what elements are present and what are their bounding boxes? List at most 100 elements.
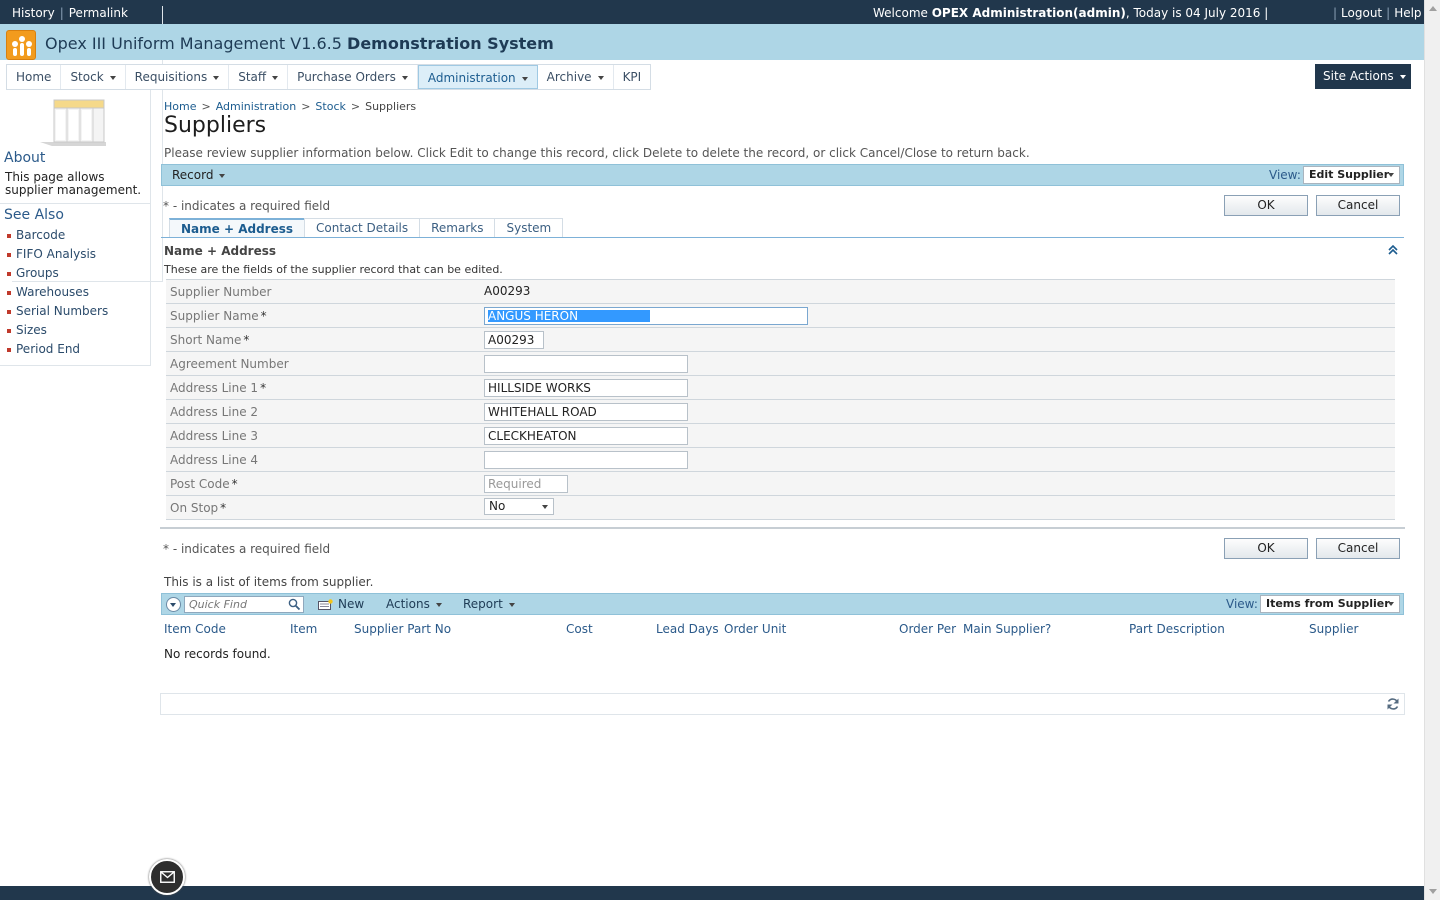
new-item-icon [318,599,333,610]
post-code-field[interactable]: Required [484,475,568,493]
breadcrumb: Home > Administration > Stock > Suppliers [164,100,416,113]
address-line-4-field[interactable] [484,451,688,469]
cancel-button[interactable]: Cancel [1316,195,1400,216]
supplier-number-label: Supplier Number [170,285,272,299]
ok-button-bottom[interactable]: OK [1224,538,1308,559]
breadcrumb-home[interactable]: Home [164,100,196,113]
column-header[interactable]: Cost [566,622,593,636]
divider [160,527,1405,529]
new-button[interactable]: New [338,597,364,611]
quick-find-input[interactable]: Quick Find [184,596,304,613]
required-star: * [231,477,238,491]
site-actions-button[interactable]: Site Actions [1315,64,1411,89]
address-line-2-field[interactable]: WHITEHALL ROAD [484,403,688,421]
see-also-sizes[interactable]: Sizes [7,323,108,342]
chevron-down-icon [109,75,116,80]
agreement-number-label: Agreement Number [170,357,289,371]
tab-contact-details[interactable]: Contact Details [304,218,421,238]
nav-purchase-orders-label: Purchase Orders [297,70,396,84]
see-also-warehouses[interactable]: Warehouses [7,285,108,304]
tab-name-address[interactable]: Name + Address [169,218,306,238]
short-name-field[interactable]: A00293 [484,331,544,349]
form-row: Address Line 2 WHITEHALL ROAD [166,400,1395,424]
address-line-3-field[interactable]: CLECKHEATON [484,427,688,445]
column-header[interactable]: Order Unit [724,622,786,636]
chevron-down-icon [1399,74,1406,79]
column-header[interactable]: Main Supplier? [963,622,1051,636]
view-label: View: [1269,168,1301,182]
chevron-down-icon [508,602,515,607]
permalink-link[interactable]: Permalink [69,6,128,20]
see-also-serial-numbers[interactable]: Serial Numbers [7,304,108,323]
view-selector-value: Edit Supplier [1309,168,1390,181]
see-also-barcode[interactable]: Barcode [7,228,108,247]
see-also-period-end[interactable]: Period End [7,342,108,361]
mail-button[interactable] [149,859,185,895]
see-also-fifo-analysis[interactable]: FIFO Analysis [7,247,108,266]
app-logo-icon[interactable] [6,30,36,60]
column-header[interactable]: Order Per [899,622,956,636]
supplier-number-value: A00293 [484,284,531,298]
expand-circle-icon[interactable] [166,597,181,612]
see-also-links: Barcode FIFO Analysis Groups Warehouses … [7,228,108,361]
refresh-icon[interactable] [1386,697,1400,711]
breadcrumb-administration[interactable]: Administration [216,100,297,113]
help-link[interactable]: Help [1394,6,1421,20]
breadcrumb-stock[interactable]: Stock [315,100,345,113]
required-star: * [260,309,267,323]
nav-requisitions[interactable]: Requisitions [126,65,230,89]
form-row: Address Line 3 CLECKHEATON [166,424,1395,448]
tab-remarks[interactable]: Remarks [419,218,496,238]
agreement-number-field[interactable] [484,355,688,373]
nav-requisitions-label: Requisitions [134,70,208,84]
cancel-button-bottom[interactable]: Cancel [1316,538,1400,559]
chevron-down-icon [1388,602,1394,606]
nav-administration[interactable]: Administration [417,65,538,89]
required-star: * [243,333,250,347]
nav-home[interactable]: Home [7,65,62,89]
on-stop-label-text: On Stop [170,501,219,515]
chevron-down-icon [1388,173,1394,177]
supplier-name-field[interactable]: ANGUS HERON [484,307,808,325]
collapse-up-icon[interactable] [1388,245,1398,255]
vertical-scrollbar[interactable] [1424,0,1440,900]
nav-purchase-orders[interactable]: Purchase Orders [288,65,418,89]
history-link[interactable]: History [12,6,55,20]
nav-stock[interactable]: Stock [61,65,126,89]
site-actions-label: Site Actions [1323,69,1394,83]
form-tabs: Name + Address Contact Details Remarks S… [169,218,564,238]
section-title: Name + Address [164,244,277,258]
on-stop-select[interactable]: No [484,498,554,515]
column-header[interactable]: Item [290,622,317,636]
scroll-up-arrow-icon[interactable] [1429,6,1437,11]
on-stop-value: No [489,499,506,513]
separator: | [1333,6,1338,20]
breadcrumb-separator: > [350,100,361,113]
column-header[interactable]: Part Description [1129,622,1225,636]
nav-staff-label: Staff [238,70,267,84]
column-header[interactable]: Supplier Part No [354,622,451,636]
required-star: * [220,501,227,515]
app-title-plain: Opex III Uniform Management V1.6.5 [45,34,342,53]
nav-stock-label: Stock [70,70,104,84]
column-header[interactable]: Supplier [1309,622,1358,636]
nav-archive[interactable]: Archive [538,65,614,89]
nav-kpi[interactable]: KPI [614,65,651,89]
list-view-selector[interactable]: Items from Supplier [1260,595,1400,613]
search-icon[interactable] [288,598,301,611]
record-menu[interactable]: Record [172,168,226,182]
actions-menu[interactable]: Actions [386,597,442,611]
report-menu[interactable]: Report [463,597,515,611]
view-selector[interactable]: Edit Supplier [1303,166,1400,184]
separator: | [1386,6,1391,20]
nav-staff[interactable]: Staff [229,65,289,89]
logout-link[interactable]: Logout [1341,6,1382,20]
column-header[interactable]: Lead Days [656,622,719,636]
column-header[interactable]: Item Code [164,622,226,636]
record-menu-label: Record [172,168,214,182]
ok-button[interactable]: OK [1224,195,1308,216]
scroll-down-arrow-icon[interactable] [1429,889,1437,894]
address-line-1-field[interactable]: HILLSIDE WORKS [484,379,688,397]
see-also-groups[interactable]: Groups [7,266,108,285]
tab-system[interactable]: System [494,218,564,238]
